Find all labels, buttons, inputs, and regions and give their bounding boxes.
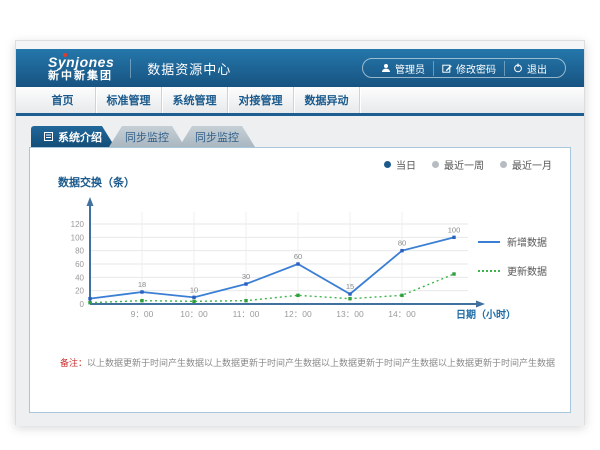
window-top-strip: [16, 41, 584, 49]
svg-text:9：00: 9：00: [131, 309, 154, 319]
company-logo: Synjones 新中新集团: [48, 55, 114, 82]
page-background: Synjones 新中新集团 数据资源中心 管理员 修改: [0, 0, 600, 450]
main-nav: 首页 标准管理 系统管理 对接管理 数据异动: [16, 87, 584, 113]
admin-user-button[interactable]: 管理员: [373, 61, 433, 76]
logo-red-dot: [63, 53, 67, 57]
svg-text:60: 60: [294, 252, 302, 261]
edit-icon: [442, 63, 452, 73]
app-window: Synjones 新中新集团 数据资源中心 管理员 修改: [15, 40, 585, 425]
radio-dot-icon: [500, 161, 507, 168]
svg-text:30: 30: [242, 272, 250, 281]
svg-text:日期（小时）: 日期（小时）: [456, 308, 516, 321]
user-toolbar: 管理员 修改密码 退出: [362, 58, 566, 78]
svg-text:13：00: 13：00: [336, 309, 364, 319]
time-filter-group: 当日 最近一周 最近一月: [384, 157, 552, 172]
power-icon: [513, 63, 523, 73]
tab-label: 同步监控: [125, 129, 169, 145]
document-icon: [44, 132, 53, 141]
svg-text:80: 80: [75, 247, 84, 256]
svg-text:20: 20: [75, 287, 84, 296]
chart-panel: 当日 最近一周 最近一月 数据交换（条） 0 20 40 60 80 100 120 9：00…: [29, 147, 571, 413]
filter-label: 当日: [396, 157, 416, 172]
legend-item-new-data[interactable]: 新增数据: [478, 234, 562, 249]
footnote-prefix: 备注：: [60, 358, 87, 368]
tab-system-intro[interactable]: 系统介绍: [31, 126, 115, 147]
change-password-button[interactable]: 修改密码: [433, 61, 504, 76]
legend-item-updated-data[interactable]: 更新数据: [478, 263, 562, 278]
app-header: Synjones 新中新集团 数据资源中心 管理员 修改: [16, 49, 584, 87]
user-icon: [381, 63, 391, 73]
page-title: 数据资源中心: [130, 59, 231, 78]
legend-label: 更新数据: [507, 263, 547, 278]
chart-y-axis-title: 数据交换（条）: [58, 174, 135, 190]
legend-label: 新增数据: [507, 234, 547, 249]
radio-dot-icon: [384, 161, 391, 168]
tab-sync-monitor-1[interactable]: 同步监控: [109, 126, 185, 147]
svg-text:10：00: 10：00: [180, 309, 208, 319]
logo-text: Synjones: [48, 55, 114, 69]
filter-label: 最近一月: [512, 157, 552, 172]
svg-text:80: 80: [398, 239, 406, 248]
logout-button[interactable]: 退出: [504, 61, 555, 76]
svg-text:10: 10: [190, 285, 198, 294]
line-chart: 0 20 40 60 80 100 120 9：00 10：00 11：00 12：00 13：00 1…: [46, 190, 518, 345]
nav-item-system-mgmt[interactable]: 系统管理: [162, 87, 228, 113]
footnote: 备注：以上数据更新于时间产生数据以上数据更新于时间产生数据以上数据更新于时间产生…: [60, 356, 556, 369]
tab-label: 系统介绍: [58, 129, 102, 145]
svg-text:18: 18: [138, 280, 146, 289]
svg-text:15: 15: [346, 282, 354, 291]
nav-item-data-change[interactable]: 数据异动: [294, 87, 360, 113]
filter-label: 最近一周: [444, 157, 484, 172]
admin-label: 管理员: [395, 61, 425, 76]
content-area: 系统介绍 同步监控 同步监控 当日 最近一周: [16, 116, 584, 426]
green-dotted-sample-icon: [478, 270, 500, 272]
change-password-label: 修改密码: [456, 61, 496, 76]
svg-text:14：00: 14：00: [388, 309, 416, 319]
footnote-text: 以上数据更新于时间产生数据以上数据更新于时间产生数据以上数据更新于时间产生数据以…: [87, 358, 556, 368]
svg-text:100: 100: [71, 233, 85, 242]
tab-sync-monitor-2[interactable]: 同步监控: [179, 126, 255, 147]
svg-text:60: 60: [75, 260, 84, 269]
svg-text:11：00: 11：00: [233, 309, 260, 319]
svg-text:40: 40: [75, 273, 84, 282]
blue-line-sample-icon: [478, 241, 500, 243]
series-legend: 新增数据 更新数据: [478, 234, 562, 292]
filter-last-month[interactable]: 最近一月: [500, 157, 552, 172]
svg-text:100: 100: [448, 225, 461, 234]
nav-item-interface-mgmt[interactable]: 对接管理: [228, 87, 294, 113]
tab-label: 同步监控: [195, 129, 239, 145]
tab-bar: 系统介绍 同步监控 同步监控: [31, 126, 571, 147]
svg-text:0: 0: [80, 300, 85, 309]
logout-label: 退出: [527, 61, 547, 76]
nav-item-standard-mgmt[interactable]: 标准管理: [96, 87, 162, 113]
filter-last-week[interactable]: 最近一周: [432, 157, 484, 172]
svg-text:120: 120: [71, 220, 85, 229]
nav-item-home[interactable]: 首页: [30, 87, 96, 113]
filter-today[interactable]: 当日: [384, 157, 416, 172]
radio-dot-icon: [432, 161, 439, 168]
svg-text:12：00: 12：00: [284, 309, 312, 319]
logo-subtext: 新中新集团: [48, 71, 114, 82]
